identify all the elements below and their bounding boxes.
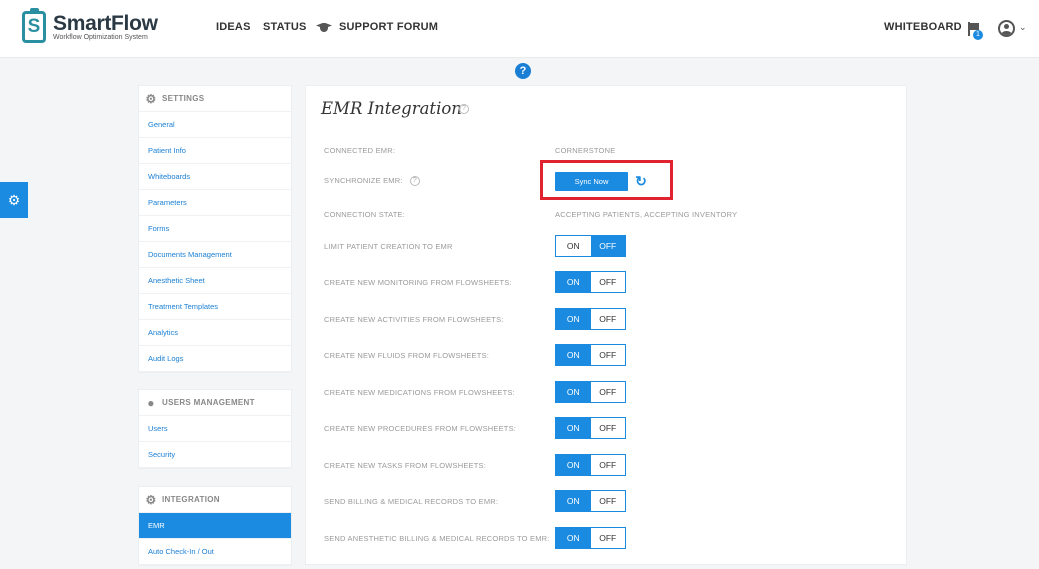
refresh-icon[interactable]: ↻	[633, 172, 649, 190]
integration-title: INTEGRATION	[162, 495, 220, 504]
sidebar-item-general[interactable]: General	[139, 112, 291, 138]
top-navigation-bar: S SmartFlow Workflow Optimization System…	[0, 0, 1039, 58]
sidebar-item-documents-management[interactable]: Documents Management	[139, 242, 291, 268]
toggle-limit-patient-creation[interactable]: ON OFF	[555, 235, 626, 257]
gear-icon: ⚙	[145, 91, 157, 106]
users-management-header: ● USERS MANAGEMENT	[139, 390, 291, 416]
toggle-label-limit-patient-creation: LIMIT PATIENT CREATION TO EMR	[324, 242, 453, 251]
toggle-on-option[interactable]: ON	[556, 491, 591, 511]
sidebar-item-patient-info[interactable]: Patient Info	[139, 138, 291, 164]
support-forum-label: SUPPORT FORUM	[339, 21, 439, 33]
integration-header: ⚙ INTEGRATION	[139, 487, 291, 513]
gear-icon: ⚙	[145, 492, 157, 507]
logo-icon: S	[22, 8, 46, 43]
connection-state-value: ACCEPTING PATIENTS, ACCEPTING INVENTORY	[555, 210, 738, 219]
graduation-cap-icon	[316, 22, 332, 33]
sidebar-item-security[interactable]: Security	[139, 442, 291, 468]
sidebar-item-analytics[interactable]: Analytics	[139, 320, 291, 346]
toggle-on-option[interactable]: ON	[556, 455, 591, 475]
toggle-on-option[interactable]: ON	[556, 528, 591, 548]
toggle-label-anesthetic-billing: SEND ANESTHETIC BILLING & MEDICAL RECORD…	[324, 534, 550, 543]
toggle-on-option[interactable]: ON	[556, 272, 591, 292]
logo-name: SmartFlow	[53, 11, 158, 35]
toggle-label-medications: CREATE NEW MEDICATIONS FROM FLOWSHEETS:	[324, 388, 515, 397]
toggle-medications[interactable]: ON OFF	[555, 381, 626, 403]
sidebar-item-users[interactable]: Users	[139, 416, 291, 442]
sidebar-item-whiteboards[interactable]: Whiteboards	[139, 164, 291, 190]
sidebar-item-forms[interactable]: Forms	[139, 216, 291, 242]
toggle-label-tasks: CREATE NEW TASKS FROM FLOWSHEETS:	[324, 461, 487, 470]
users-management-title: USERS MANAGEMENT	[162, 398, 255, 407]
toggle-off-option[interactable]: OFF	[590, 272, 625, 292]
toggle-on-option[interactable]: ON	[556, 236, 591, 256]
nav-ideas-link[interactable]: IDEAS	[216, 21, 251, 33]
synchronize-emr-row: SYNCHRONIZE EMR: ?	[324, 176, 420, 187]
sidebar-item-audit-logs[interactable]: Audit Logs	[139, 346, 291, 372]
toggle-anesthetic-billing[interactable]: ON OFF	[555, 527, 626, 549]
toggle-off-option[interactable]: OFF	[590, 491, 625, 511]
bug-icon: ⚙	[7, 192, 21, 208]
toggle-on-option[interactable]: ON	[556, 309, 591, 329]
toggle-tasks[interactable]: ON OFF	[555, 454, 626, 476]
toggle-fluids[interactable]: ON OFF	[555, 344, 626, 366]
help-icon[interactable]: ?	[409, 176, 420, 187]
sidebar-item-anesthetic-sheet[interactable]: Anesthetic Sheet	[139, 268, 291, 294]
help-icon[interactable]: ?	[515, 63, 531, 79]
toggle-on-option[interactable]: ON	[556, 345, 591, 365]
toggle-label-procedures: CREATE NEW PROCEDURES FROM FLOWSHEETS:	[324, 424, 517, 433]
toggle-off-option[interactable]: OFF	[590, 309, 625, 329]
settings-header: ⚙ SETTINGS	[139, 86, 291, 112]
sidebar-item-parameters[interactable]: Parameters	[139, 190, 291, 216]
notification-badge: 1	[973, 30, 983, 40]
nav-support-forum-link[interactable]: SUPPORT FORUM	[316, 21, 438, 33]
nav-whiteboard-link[interactable]: WHITEBOARD	[884, 21, 962, 33]
toggle-billing-records[interactable]: ON OFF	[555, 490, 626, 512]
settings-panel: ⚙ SETTINGS General Patient Info Whiteboa…	[138, 85, 292, 373]
connected-emr-value: CORNERSTONE	[555, 146, 616, 155]
toggle-on-option[interactable]: ON	[556, 382, 591, 402]
emr-integration-panel: EMR Integration ? CONNECTED EMR: CORNERS…	[305, 85, 907, 565]
user-icon[interactable]	[998, 20, 1015, 37]
nav-status-link[interactable]: STATUS	[263, 21, 307, 33]
logo-tagline: Workflow Optimization System	[53, 33, 148, 41]
toggle-label-fluids: CREATE NEW FLUIDS FROM FLOWSHEETS:	[324, 351, 490, 360]
toggle-off-option[interactable]: OFF	[590, 345, 625, 365]
toggle-label-monitoring: CREATE NEW MONITORING FROM FLOWSHEETS:	[324, 278, 512, 287]
settings-title: SETTINGS	[162, 94, 205, 103]
users-management-panel: ● USERS MANAGEMENT Users Security	[138, 389, 292, 469]
bug-report-tab[interactable]: ⚙	[0, 182, 28, 218]
toggle-procedures[interactable]: ON OFF	[555, 417, 626, 439]
help-icon[interactable]: ?	[459, 104, 469, 114]
smartflow-logo[interactable]: S SmartFlow Workflow Optimization System	[22, 8, 158, 43]
sidebar-item-emr[interactable]: EMR	[139, 513, 291, 539]
sidebar-item-auto-check-in-out[interactable]: Auto Check-In / Out	[139, 539, 291, 565]
toggle-off-option[interactable]: OFF	[590, 382, 625, 402]
toggle-monitoring[interactable]: ON OFF	[555, 271, 626, 293]
toggle-off-option[interactable]: OFF	[590, 455, 625, 475]
synchronize-emr-label: SYNCHRONIZE EMR:	[324, 176, 403, 185]
sync-now-button[interactable]: Sync Now	[555, 172, 628, 191]
users-icon: ●	[147, 395, 155, 410]
toggle-off-option[interactable]: OFF	[590, 418, 625, 438]
toggle-on-option[interactable]: ON	[556, 418, 591, 438]
integration-panel: ⚙ INTEGRATION EMR Auto Check-In / Out	[138, 486, 292, 566]
toggle-label-activities: CREATE NEW ACTIVITIES FROM FLOWSHEETS:	[324, 315, 504, 324]
toggle-activities[interactable]: ON OFF	[555, 308, 626, 330]
toggle-off-option[interactable]: OFF	[590, 528, 625, 548]
connected-emr-label: CONNECTED EMR:	[324, 146, 396, 155]
chevron-down-icon[interactable]: ⌄	[1019, 22, 1027, 33]
connection-state-label: CONNECTION STATE:	[324, 210, 406, 219]
toggle-label-billing-records: SEND BILLING & MEDICAL RECORDS TO EMR:	[324, 497, 499, 506]
toggle-off-option[interactable]: OFF	[590, 236, 625, 256]
page-title: EMR Integration	[321, 99, 462, 118]
sidebar-item-treatment-templates[interactable]: Treatment Templates	[139, 294, 291, 320]
